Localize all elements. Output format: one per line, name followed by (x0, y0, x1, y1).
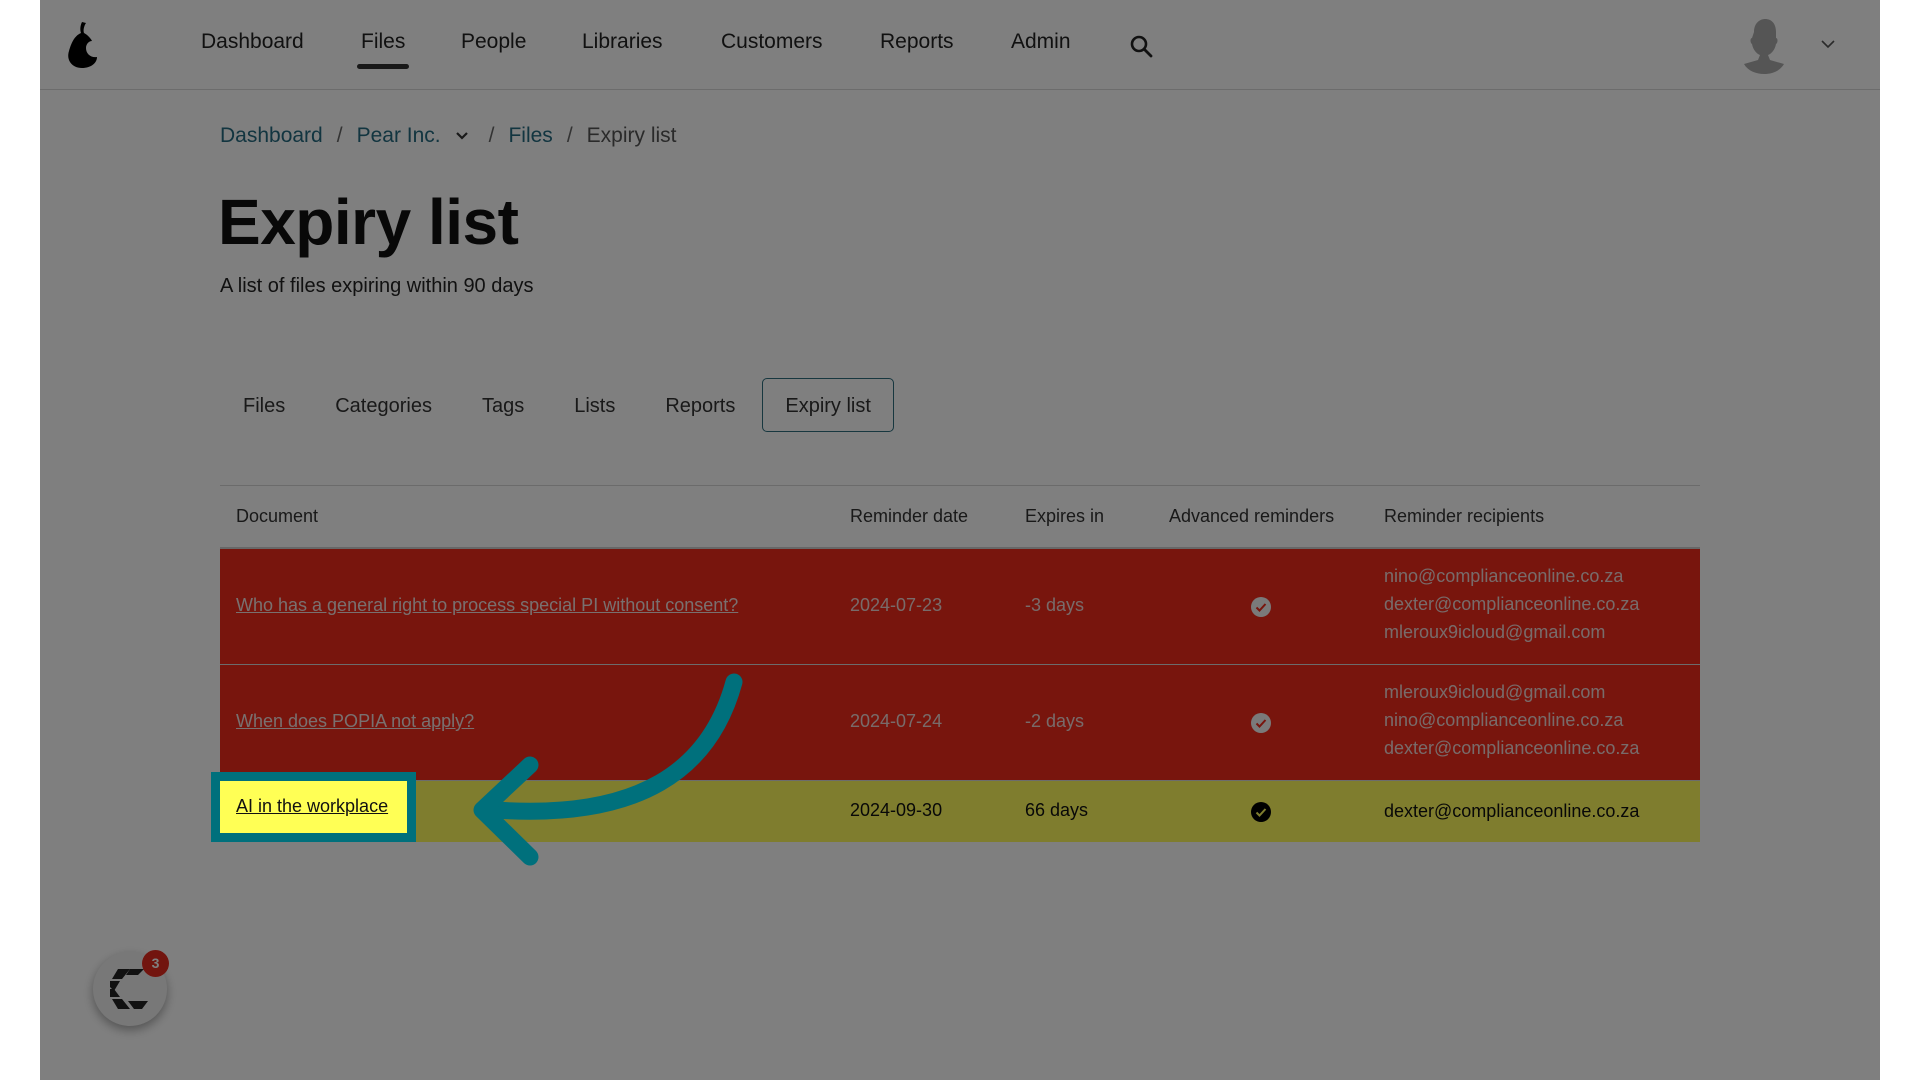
breadcrumb-separator: / (566, 124, 573, 147)
highlighted-document-link[interactable]: AI in the workplace (211, 772, 416, 842)
app-window: Dashboard Files People Libraries Custome… (40, 0, 1880, 1080)
column-header-document: Document (236, 506, 319, 526)
breadcrumb: Dashboard / Pear Inc. / Files / Expiry l… (220, 124, 677, 148)
expires-in: 66 days (1025, 800, 1089, 820)
expires-in: -3 days (1025, 595, 1085, 615)
tab-files[interactable]: Files (220, 378, 308, 432)
recipient-list: dexter@complianceonline.co.za (1384, 797, 1639, 825)
check-circle-icon (1251, 802, 1271, 822)
recipient-email: nino@complianceonline.co.za (1384, 566, 1624, 586)
nav-admin[interactable]: Admin (1011, 30, 1071, 54)
expiry-table: Document Reminder date Expires in Advanc… (220, 485, 1700, 842)
recipient-list: nino@complianceonline.co.za dexter@compl… (1384, 562, 1639, 646)
reminder-date: 2024-07-24 (850, 711, 943, 731)
page-subtitle: A list of files expiring within 90 days (220, 275, 534, 297)
section-tabs: Files Categories Tags Lists Reports Expi… (220, 378, 898, 432)
recipient-email: dexter@complianceonline.co.za (1384, 801, 1640, 821)
column-header-reminder-recipients: Reminder recipients (1384, 506, 1545, 526)
recipient-email: dexter@complianceonline.co.za (1384, 594, 1640, 614)
reminder-date: 2024-07-23 (850, 595, 943, 615)
nav-files[interactable]: Files (356, 30, 410, 69)
nav-dashboard[interactable]: Dashboard (201, 30, 304, 54)
breadcrumb-separator: / (488, 124, 495, 147)
tab-expiry-list[interactable]: Expiry list (762, 378, 894, 432)
recipient-list: mleroux9icloud@gmail.com nino@compliance… (1384, 678, 1639, 762)
recipient-email: mleroux9icloud@gmail.com (1384, 682, 1606, 702)
nav-customers[interactable]: Customers (721, 30, 823, 54)
recipient-email: dexter@complianceonline.co.za (1384, 738, 1640, 758)
tab-lists[interactable]: Lists (551, 378, 638, 432)
table-row: Who has a general right to process speci… (220, 549, 1700, 665)
check-circle-icon (1251, 597, 1271, 617)
document-link[interactable]: When does POPIA not apply? (236, 711, 474, 732)
expires-in: -2 days (1025, 711, 1085, 731)
breadcrumb-organization[interactable]: Pear Inc. (357, 124, 441, 148)
chevron-down-icon[interactable] (455, 131, 469, 141)
user-avatar-icon[interactable] (1740, 18, 1788, 74)
pear-logo-icon[interactable] (64, 20, 102, 70)
tab-categories[interactable]: Categories (312, 378, 455, 432)
notification-badge: 3 (142, 950, 169, 977)
column-header-reminder-date: Reminder date (850, 506, 969, 526)
check-circle-icon (1251, 713, 1271, 733)
table-row: AI in the workplace 2024-09-30 66 days d… (220, 781, 1700, 842)
chevron-down-icon[interactable] (1820, 38, 1836, 50)
recipient-email: nino@complianceonline.co.za (1384, 710, 1624, 730)
tab-tags[interactable]: Tags (459, 378, 547, 432)
nav-reports[interactable]: Reports (880, 30, 954, 54)
column-header-advanced-reminders: Advanced reminders (1169, 506, 1335, 526)
search-icon[interactable] (1129, 34, 1153, 58)
document-link[interactable]: Who has a general right to process speci… (236, 595, 738, 616)
breadcrumb-files[interactable]: Files (508, 124, 552, 148)
tab-reports[interactable]: Reports (642, 378, 758, 432)
top-header: Dashboard Files People Libraries Custome… (40, 0, 1880, 90)
nav-libraries[interactable]: Libraries (582, 30, 663, 54)
breadcrumb-dashboard[interactable]: Dashboard (220, 124, 323, 148)
breadcrumb-current: Expiry list (586, 124, 677, 147)
breadcrumb-separator: / (336, 124, 343, 147)
table-row: When does POPIA not apply? 2024-07-24 -2… (220, 665, 1700, 781)
document-link[interactable]: AI in the workplace (236, 796, 388, 817)
reminder-date: 2024-09-30 (850, 800, 943, 820)
page-title: Expiry list (218, 186, 519, 258)
table-header: Document Reminder date Expires in Advanc… (220, 486, 1700, 549)
recipient-email: mleroux9icloud@gmail.com (1384, 622, 1606, 642)
nav-people[interactable]: People (461, 30, 526, 54)
column-header-expires-in: Expires in (1025, 506, 1105, 526)
